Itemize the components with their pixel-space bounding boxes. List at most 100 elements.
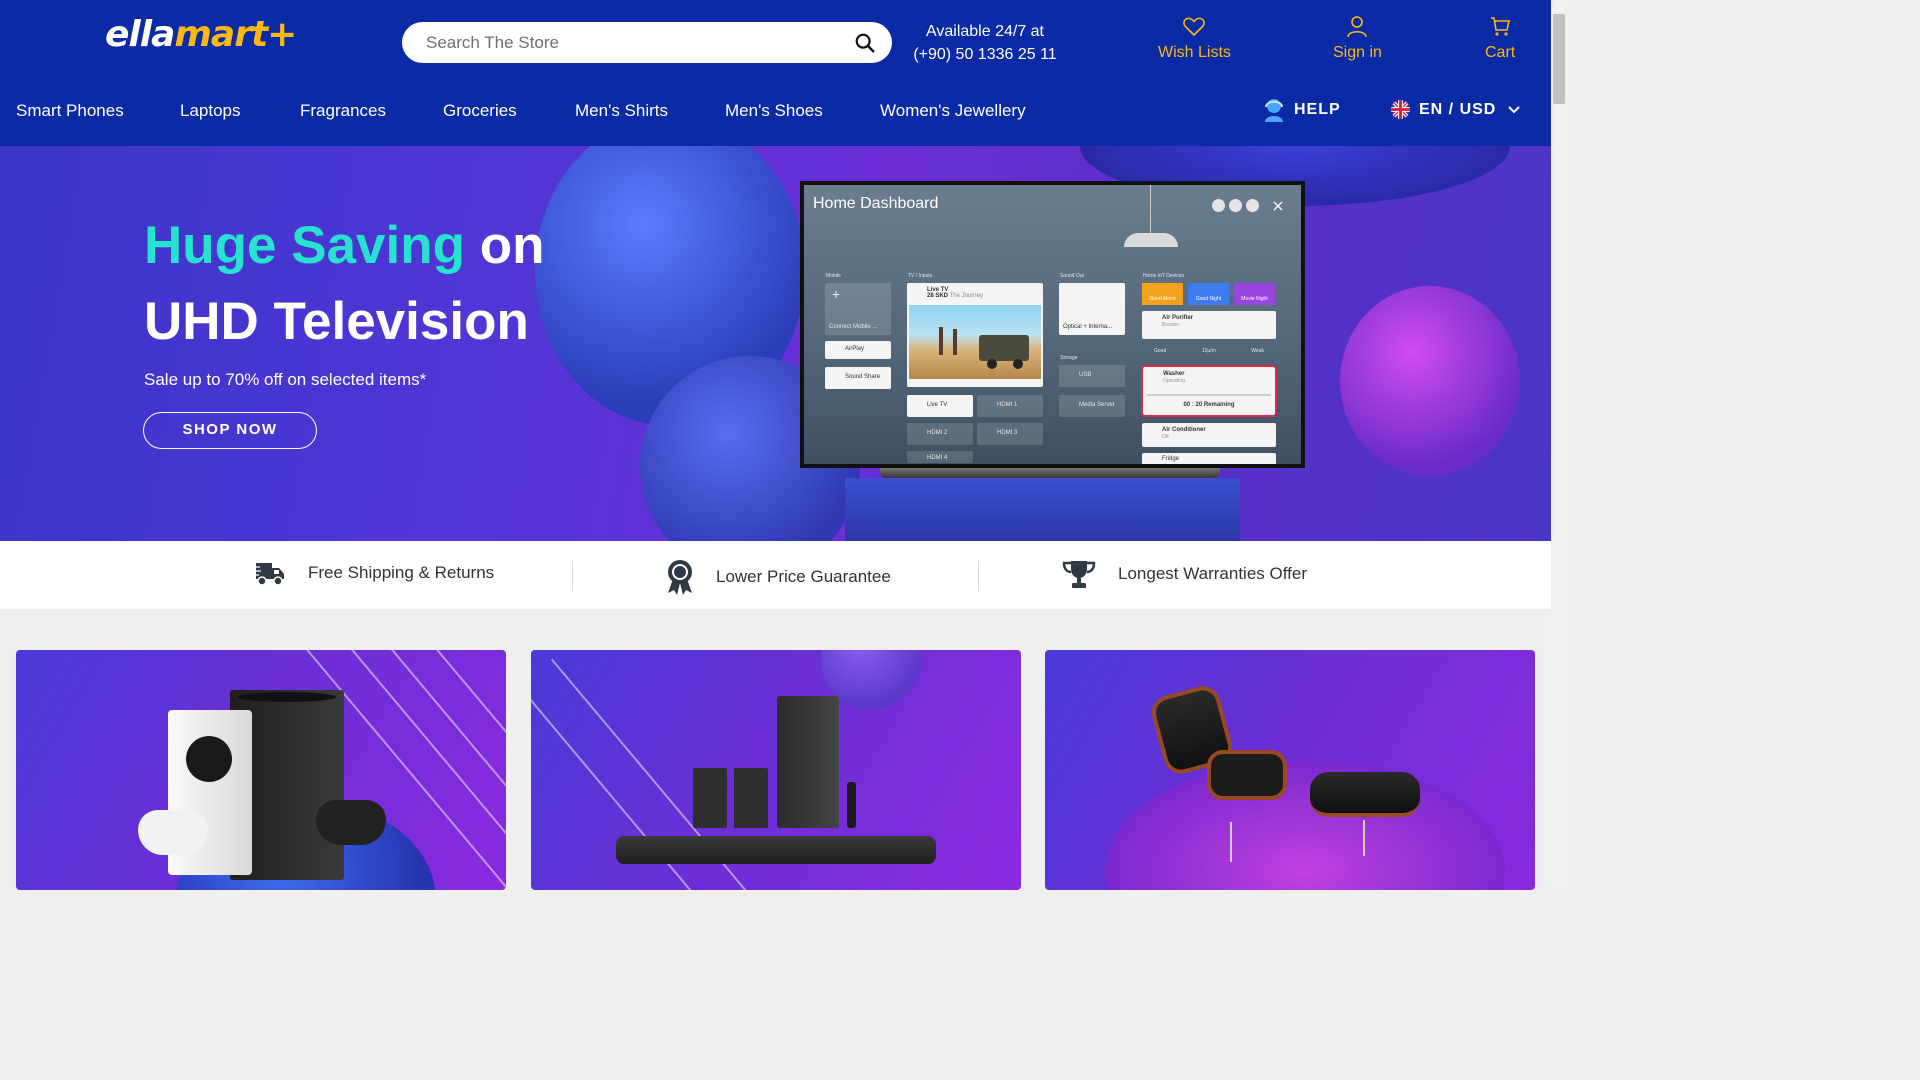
user-icon [1347, 16, 1368, 38]
hero-banner: Huge Saving on UHD Television Sale up to… [0, 146, 1551, 541]
hero-title-rest: on [479, 216, 545, 275]
help-label: HELP [1294, 101, 1341, 118]
cart-label: Cart [1485, 44, 1516, 61]
lamp-cord [1150, 185, 1151, 233]
speaker-left-image [693, 768, 727, 828]
wishlist-button[interactable]: Wish Lists [1158, 14, 1231, 62]
language-currency-selector[interactable]: EN / USD [1391, 100, 1521, 119]
lounge-chair-image [1147, 682, 1297, 810]
support-agent-icon [1265, 99, 1283, 122]
lang-label: EN / USD [1419, 100, 1497, 118]
shop-now-button[interactable]: SHOP NOW [143, 412, 317, 449]
tv-screen: Home Dashboard Mobile TV / Inputs Sound … [804, 185, 1301, 464]
nav-fragrances[interactable]: Fragrances [300, 101, 386, 121]
feature-warranty: Longest Warranties Offer [1062, 559, 1307, 589]
column-label-tv-inputs: TV / Inputs [908, 273, 933, 279]
product-card-furniture[interactable] [1045, 650, 1535, 890]
contact-availability: Available 24/7 at [925, 23, 1044, 40]
storage-label: Storage [1060, 355, 1078, 361]
lamp-shade [1124, 233, 1178, 247]
mode-movie-night: Movie Night [1234, 283, 1275, 305]
controller-image [316, 800, 386, 845]
features-bar: Free Shipping & Returns Lower Price Guar… [0, 541, 1551, 609]
optical-card: Optical + Interna... [1059, 283, 1125, 335]
search-icon[interactable] [854, 32, 876, 54]
tv-pedestal [845, 478, 1240, 541]
washer-card: Washer Operating 00 : 20 Remaining [1141, 365, 1277, 417]
remote-image [847, 782, 856, 828]
cart-icon [1491, 17, 1511, 36]
speaker-right-image [734, 768, 768, 828]
tv-stand [880, 468, 1220, 478]
signin-label: Sign in [1333, 44, 1382, 61]
site-logo[interactable]: ellamart+ [105, 14, 297, 55]
chevron-down-icon [1508, 105, 1521, 113]
air-purifier-card: Air Purifier Booster [1142, 311, 1276, 339]
input-hdmi-3: HDMI 3 [977, 423, 1043, 445]
feature-divider [978, 561, 979, 591]
column-label-iot: Home IoT Devices [1143, 273, 1185, 279]
delivery-truck-icon [252, 563, 284, 586]
contact-info: Available 24/7 at (+90) 50 1336 25 11 [906, 20, 1064, 66]
soundbar-image [616, 836, 936, 864]
nav-mens-shirts[interactable]: Men's Shirts [575, 101, 668, 121]
feature-shipping: Free Shipping & Returns [252, 559, 494, 587]
usb-card: USB [1059, 365, 1125, 387]
site-header: ellamart+ Available 24/7 at (+90) 50 133… [0, 0, 1551, 146]
feature-shipping-label: Free Shipping & Returns [308, 563, 495, 582]
feature-price: Lower Price Guarantee [666, 559, 891, 595]
tv-image: Home Dashboard Mobile TV / Inputs Sound … [800, 181, 1305, 468]
award-ribbon-icon [668, 560, 692, 595]
feature-divider [572, 561, 573, 591]
hero-title: Huge Saving on UHD Television [144, 208, 545, 360]
product-card-audio[interactable] [531, 650, 1021, 890]
heart-icon [1183, 17, 1206, 37]
dashboard-icons [1212, 199, 1283, 212]
feature-warranty-label: Longest Warranties Offer [1118, 564, 1307, 583]
help-button[interactable]: HELP [1262, 97, 1341, 123]
product-card-gaming[interactable] [16, 650, 506, 890]
controller-white-image [138, 810, 208, 855]
nav-laptops[interactable]: Laptops [180, 101, 241, 121]
mode-good-night: Good Night [1188, 283, 1229, 305]
input-hdmi-2: HDMI 2 [907, 423, 973, 445]
airplay-card: AirPlay [825, 341, 891, 359]
ottoman-image [1310, 772, 1420, 817]
nav-mens-shoes[interactable]: Men's Shoes [725, 101, 823, 121]
search-bar [402, 22, 892, 63]
hero-title-line2: UHD Television [144, 292, 529, 351]
hero-decor-blob [1340, 286, 1520, 476]
input-hdmi-1: HDMI 1 [977, 395, 1043, 417]
input-hdmi-4: HDMI 4 [907, 451, 973, 463]
live-tv-thumbnail [909, 305, 1041, 379]
sound-share-card: Sound Share [825, 367, 891, 389]
mode-good-morning: Good Morni [1142, 283, 1183, 305]
signin-button[interactable]: Sign in [1333, 14, 1382, 62]
dashboard-title: Home Dashboard [813, 195, 939, 212]
column-label-mobile: Mobile [826, 273, 841, 279]
hero-subtitle: Sale up to 70% off on selected items* [144, 370, 427, 389]
column-label-sound-out: Sound Out [1060, 273, 1084, 279]
uk-flag-icon [1391, 100, 1410, 119]
nav-womens-jewellery[interactable]: Women's Jewellery [880, 101, 1026, 121]
nav-groceries[interactable]: Groceries [443, 101, 517, 121]
connect-mobile-card: + Connect Mobile ... [825, 283, 891, 335]
scrollbar-thumb[interactable] [1553, 14, 1565, 104]
feature-price-label: Lower Price Guarantee [716, 567, 891, 586]
search-input[interactable] [426, 22, 846, 63]
nav-smart-phones[interactable]: Smart Phones [16, 101, 124, 121]
subwoofer-image [777, 696, 839, 828]
air-conditioner-card: Air Conditioner Off [1142, 423, 1276, 447]
trophy-icon [1062, 561, 1096, 588]
close-icon [1273, 201, 1283, 210]
media-server-card: Media Server [1059, 395, 1125, 417]
wishlist-label: Wish Lists [1158, 44, 1231, 61]
hero-title-highlight: Huge Saving [144, 216, 466, 275]
live-tv-card: Live TV 28 SKD The Journey [907, 283, 1043, 387]
input-live-tv: Live TV [907, 395, 973, 417]
cart-button[interactable]: Cart [1485, 14, 1515, 62]
purifier-stats: Good 12µ/m Weak [1154, 348, 1264, 354]
fridge-card: Fridge [1142, 453, 1276, 464]
page-scrollbar[interactable] [1551, 0, 1568, 882]
contact-phone[interactable]: (+90) 50 1336 25 11 [906, 43, 1064, 66]
